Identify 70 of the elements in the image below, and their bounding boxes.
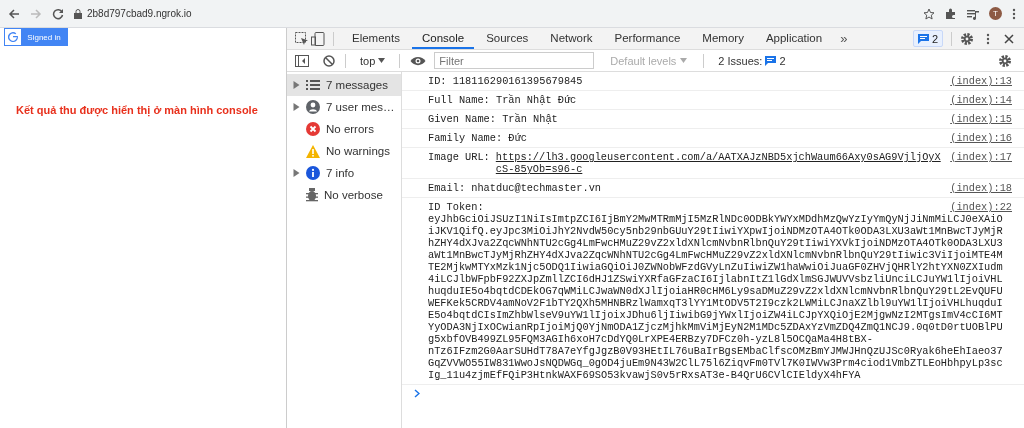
- back-arrow-icon[interactable]: [8, 7, 20, 20]
- source-link[interactable]: (index):13: [950, 75, 1012, 87]
- more-tabs-button[interactable]: »: [834, 31, 854, 46]
- log-message: Given Name: Trần Nhật: [428, 113, 559, 125]
- devtools-tab[interactable]: Sources: [476, 28, 539, 49]
- bug-icon: [306, 188, 318, 202]
- log-label: ID Token:: [428, 201, 485, 213]
- sidebar-item[interactable]: 7 messages: [287, 74, 401, 96]
- warning-icon: [306, 144, 320, 158]
- profile-avatar[interactable]: T: [989, 7, 1002, 20]
- log-message: Full Name: Trần Nhật Đức: [428, 94, 578, 106]
- settings-icon[interactable]: [960, 31, 974, 46]
- source-link[interactable]: (index):14: [950, 94, 1012, 106]
- caption-text: Kết quả thu được hiển thị ở màn hình console: [16, 104, 259, 116]
- sidebar-item[interactable]: No errors: [287, 118, 401, 140]
- devtools-tab[interactable]: Memory: [692, 28, 754, 49]
- google-signin-button[interactable]: Signed in: [4, 28, 68, 46]
- clear-console-icon[interactable]: [323, 54, 335, 67]
- lock-icon[interactable]: [74, 8, 82, 19]
- context-dropdown[interactable]: top: [356, 54, 390, 67]
- source-link[interactable]: (index):17: [950, 151, 1012, 175]
- issues-button[interactable]: 2 Issues: 2: [714, 54, 790, 67]
- expand-triangle-icon[interactable]: [293, 169, 300, 177]
- info-icon: [306, 166, 320, 180]
- filter-field[interactable]: Filter: [434, 52, 595, 69]
- devtools-tab[interactable]: Console: [411, 28, 475, 49]
- playlist-icon[interactable]: [967, 7, 979, 20]
- message-icon: [917, 33, 929, 44]
- source-link[interactable]: (index):18: [950, 182, 1012, 194]
- star-icon[interactable]: [923, 7, 935, 20]
- image-url-link[interactable]: https://lh3.googleusercontent.com/a/AATXAJzNBD5xjchWaum66Axy0sAG9VjljOyXcS-85yOb=s96-c: [495, 151, 943, 175]
- token-text: eyJhbGciOiJSUzI1NiIsImtpZCI6IjBmY2MwMTRmMjI5MzRlNDc0ODBkYWYxMDdhMzQwYzIyYmQyNjJiNmMiLCJ0eXAiO iJKV1QifQ.eyJpc3MiOiJhY2NvdW50cy5nb29nbGUuY29tIiwiYXpwIjoiNDMzOTA4OTk0ODA3LXU3aWt1MnBwcTJyMjR hZHY4dXJva2ZqcWNhNTU2cGg4LmFwcHMuZ29vZ2xldXNlcmNvbnRlbnQuY29tIiwiYXVkIjoiNDMzOTA4OTk0ODA3LXU3 aWt1MnBwcTJyMjRhZHY4dXJva2ZqcWNhNTU2cGg4LmFwcHMuZ29vZ2xldXNlcmNvbnRlbnQuY29tIiwic3ViIjoiMTE4M TE2MjkwMTYxMzk1Njc5ODQ1IiwiaGQiOiJ0ZWNobWFzdGVyLnZuIiwiZW1haWwiOiJuaGF0ZHVjQHRlY2htYXN0ZXIudm 4iLCJlbWFpbF92ZXJpZmllZCI6dHJ1ZSwiYXRfaGFzaCI6IjlabnItZ1lGdXlmSGJWUVVsbzliUnciLCJuYW1lIjoiVHL huqduIE5o4bqtdCDEkOG7qWMiLCJwaWN0dXJlIjoiaHR0cHM6Ly9saDMuZ29vZ2xldXNlcmNvbnRlbnQuY29tL2EvQUFU WEFKek5CRDV4amNoV2F1bTY2QXh5MHNBRzlWamxqT3lYY1MtODV5T2I9czk2LWMiLCJnaXZlbl9uYW1lIjoiVHLhuqduI E5o4bqtdCIsImZhbWlseV9uYW1lIjoixJDhu6ljIiwibG9jYWxlIjoiZW4iLCJpYXQiOjE2MjgwNzI2MTgsImV4cCI6MT YyODA3NjIxOCwianRpIjoiMjQ0YjNmODA1ZjczMjhkMmViMjEyN2M1MDc5ZDAxYzVmZDQ4ZmQ1NCJ9.0q0tD0rtUOBlPU g5xbfOVB499ZL95FQM3AGIh6xoH7cDdYQ0LrXPE4ERBzy7DFCz0h-yzL8l5OCQaMa4H8tBX- nTz6IFzm2G0AarSUHdT78A7eYfgJgzB0V93HEtIL76uBaIrBgsEMbaClfscOMzBmYJMWJHnQzUJSc0Ryak6heEhIaeo37 GqZVVWO55IW831WwoJsNQDWGq_0gOD4juEm9N43W2ClL75l6ZiqvFm0TVl7K0IWVw3Prm4ciod1VmbZTLEoHbhpyLp3sc Ig_11u4zjmEfFQiP3HtnkWAXF69SO53kvawjS0v5rRxsAT3e-B4QrU6CVlCIEldyX4hFYA: [428, 213, 1004, 381]
- caret-icon: [680, 58, 688, 63]
- devtools-tab[interactable]: Performance: [604, 28, 691, 49]
- log-message: Family Name: Đức: [428, 132, 528, 144]
- kebab-menu-icon[interactable]: [1012, 7, 1016, 20]
- devtools-tab[interactable]: Network: [540, 28, 603, 49]
- badge-count: 2: [931, 32, 938, 45]
- message-icon: [765, 55, 777, 66]
- error-icon: [306, 122, 320, 136]
- devtools-tab[interactable]: Application: [755, 28, 833, 49]
- source-link[interactable]: (index):22: [950, 201, 1012, 213]
- device-toggle-icon[interactable]: [311, 31, 325, 46]
- settings-icon[interactable]: [998, 53, 1012, 68]
- kebab-menu-icon[interactable]: [986, 32, 990, 45]
- sidebar-item[interactable]: No verbose: [287, 184, 401, 206]
- sidebar-toggle-icon[interactable]: [295, 54, 309, 67]
- close-icon[interactable]: [1004, 33, 1014, 44]
- user-icon: [306, 100, 320, 114]
- source-link[interactable]: (index):16: [950, 132, 1012, 144]
- puzzle-icon[interactable]: [945, 7, 957, 20]
- log-message: ID: 118116290161395679845: [428, 75, 584, 87]
- expand-triangle-icon[interactable]: [293, 103, 300, 111]
- address-url[interactable]: 2b8d797cbad9.ngrok.io: [87, 8, 192, 19]
- google-g-icon: [8, 32, 18, 42]
- source-link[interactable]: (index):15: [950, 113, 1012, 125]
- messages-badge[interactable]: 2: [912, 30, 943, 47]
- eye-icon[interactable]: [410, 55, 427, 66]
- caret-icon: [378, 58, 386, 63]
- expand-triangle-icon[interactable]: [293, 81, 300, 89]
- log-message: Email: nhatduc@techmaster.vn: [428, 182, 603, 194]
- inspect-cursor-icon[interactable]: [295, 31, 309, 46]
- prompt-chevron-icon: [414, 389, 420, 398]
- list-icon: [306, 79, 320, 91]
- devtools-tab[interactable]: Elements: [342, 28, 410, 49]
- sidebar-item[interactable]: 7 user mes…: [287, 96, 401, 118]
- sidebar-item[interactable]: No warnings: [287, 140, 401, 162]
- log-label: Image URL:: [428, 151, 490, 165]
- sidebar-item[interactable]: 7 info: [287, 162, 401, 184]
- reload-icon[interactable]: [52, 7, 64, 20]
